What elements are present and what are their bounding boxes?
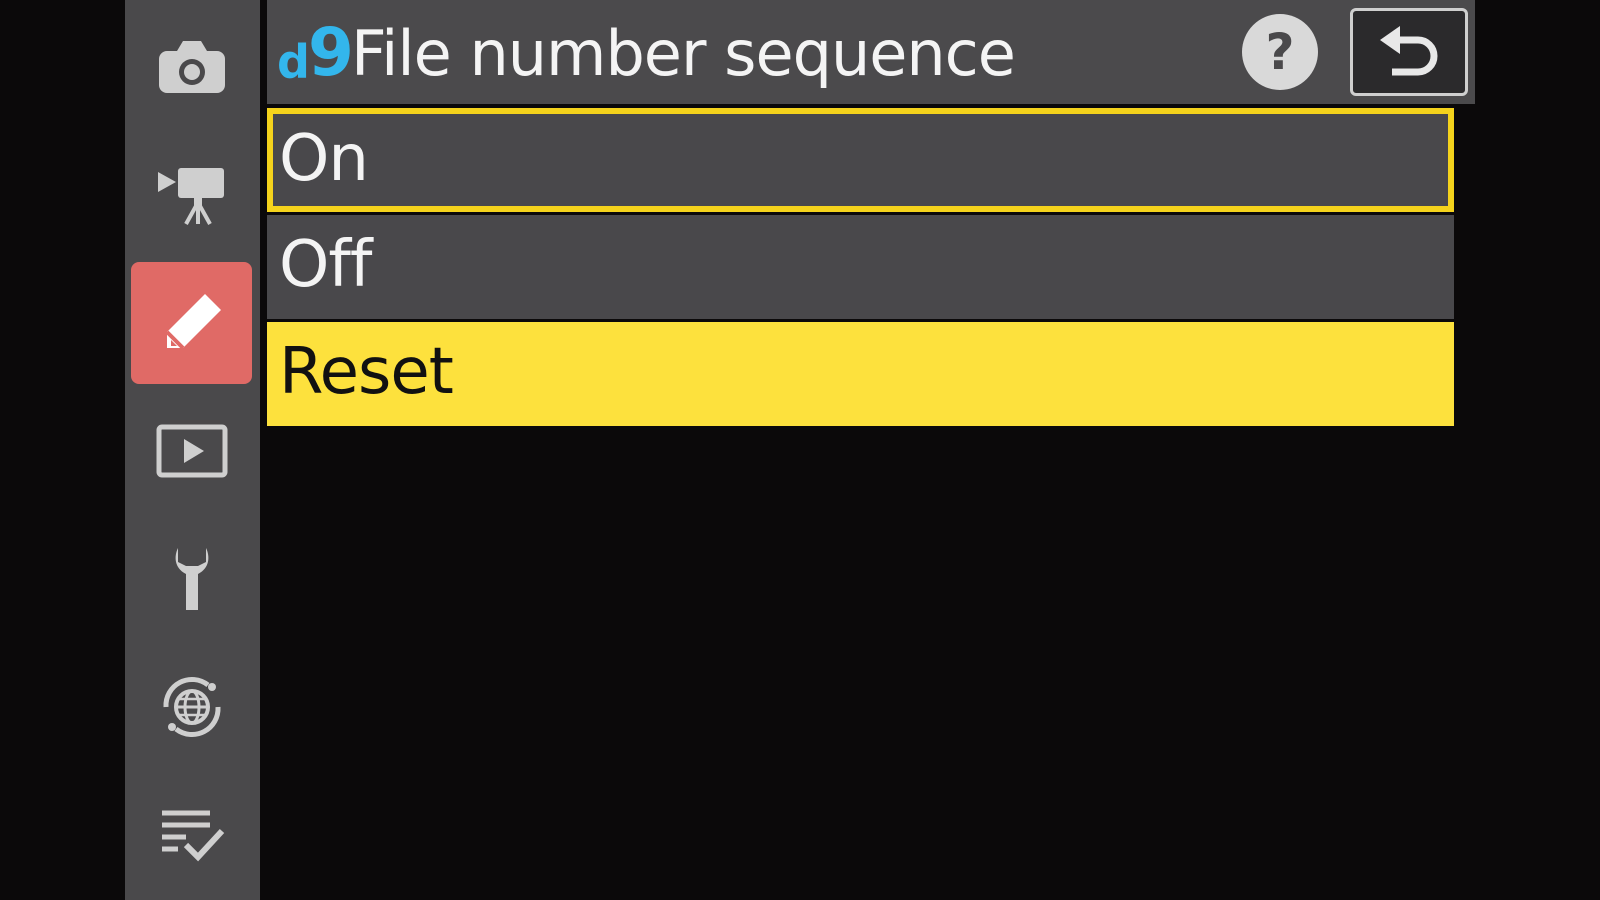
tab-movie-recording[interactable] (131, 134, 252, 256)
tab-photo-shooting[interactable] (131, 6, 252, 128)
option-label: Reset (279, 335, 454, 409)
option-off[interactable]: Off (267, 215, 1454, 319)
wrench-icon (175, 548, 208, 610)
help-icon: ? (1265, 23, 1295, 81)
camera-icon (158, 41, 225, 93)
camera-menu-screen: d9 File number sequence ? On Off Reset (0, 0, 1600, 900)
page-title: File number sequence (351, 17, 1016, 90)
network-icon (162, 676, 221, 738)
tab-my-menu[interactable] (131, 774, 252, 896)
movie-camera-icon (157, 168, 224, 225)
option-label: Off (279, 228, 372, 302)
tab-network[interactable] (131, 646, 252, 768)
menu-header: d9 File number sequence ? (267, 0, 1475, 104)
menu-tab-rail (125, 0, 260, 900)
return-icon (1380, 26, 1438, 76)
option-on[interactable]: On (267, 108, 1454, 212)
option-reset[interactable]: Reset (267, 322, 1454, 426)
tab-custom-settings[interactable] (131, 262, 252, 384)
back-button[interactable] (1350, 8, 1468, 96)
option-label: On (279, 122, 369, 196)
tab-setup[interactable] (131, 518, 252, 640)
pencil-icon (165, 294, 221, 350)
options-list: On Off Reset (267, 108, 1454, 429)
menu-code-number: 9 (307, 14, 354, 91)
tab-playback[interactable] (131, 390, 252, 512)
help-button[interactable]: ? (1242, 14, 1318, 90)
menu-code-letter: d (277, 35, 310, 89)
playback-icon (156, 424, 227, 478)
my-menu-icon (161, 810, 224, 862)
menu-item-code: d9 (277, 12, 354, 92)
